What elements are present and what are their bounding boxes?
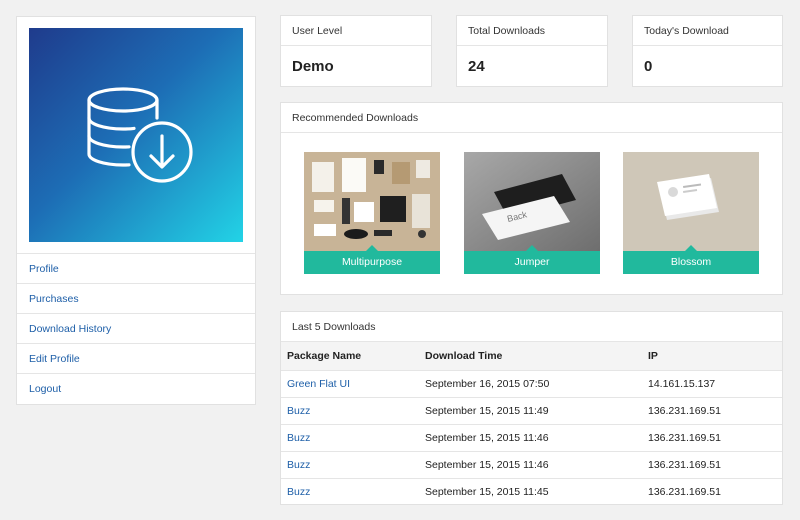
table-row: Buzz September 15, 2015 11:49 136.231.16… [281,397,782,425]
menu-item-download-history[interactable]: Download History [17,314,255,344]
recommended-item-label[interactable]: Blossom [623,245,759,274]
stat-label: User Level [281,16,431,46]
download-time: September 15, 2015 11:46 [419,424,642,452]
menu-item-profile[interactable]: Profile [17,254,255,284]
downloads-panel: Last 5 Downloads Package Name Download T… [280,311,783,505]
recommended-item-label[interactable]: Multipurpose [304,245,440,274]
column-header: IP [642,342,782,371]
ip-address: 136.231.169.51 [642,397,782,425]
ip-address: 136.231.169.51 [642,424,782,452]
stat-value: Demo [292,58,334,75]
package-link[interactable]: Buzz [281,397,419,425]
table-header-row: Package Name Download Time IP [281,342,782,371]
stat-value: 0 [644,58,653,75]
column-header: Download Time [419,342,642,371]
download-time: September 15, 2015 11:45 [425,485,549,498]
stat-card-todays-download: Today's Download 0 [632,15,783,87]
avatar-container [17,17,255,254]
column-header: Package Name [281,342,419,371]
ip-address: 136.231.169.51 [642,451,782,479]
panel-title: Recommended Downloads [281,103,782,133]
recommended-item[interactable]: Back Jumper [464,152,600,274]
menu-item-edit-profile[interactable]: Edit Profile [17,344,255,374]
table-row: Buzz September 15, 2015 11:46 136.231.16… [281,451,782,479]
jumper-thumbnail[interactable]: Back [464,152,600,251]
menu-item-purchases[interactable]: Purchases [17,284,255,314]
table-row: Buzz September 15, 2015 11:46 136.231.16… [281,424,782,452]
stat-label: Total Downloads [457,16,607,46]
download-time: September 15, 2015 11:46 [419,451,642,479]
stat-card-user-level: User Level Demo [280,15,432,87]
table-row: Buzz September 15, 2015 11:45 136.231.16… [281,478,782,505]
menu-item-logout[interactable]: Logout [17,374,255,404]
multipurpose-thumbnail[interactable] [304,152,440,251]
panel-title: Last 5 Downloads [281,312,782,342]
stat-value: 24 [468,58,485,75]
recommended-item[interactable]: Multipurpose [304,152,440,274]
package-link[interactable]: Buzz [281,424,419,452]
package-link[interactable]: Buzz [281,451,419,479]
recommended-item[interactable]: Blossom [623,152,759,274]
package-link[interactable]: Green Flat UI [281,370,419,398]
stat-card-total-downloads: Total Downloads 24 [456,15,608,87]
blossom-thumbnail[interactable] [623,152,759,251]
download-time: September 16, 2015 07:50 [419,370,642,398]
package-link[interactable]: Buzz [281,478,419,505]
table-row: Green Flat UI September 16, 2015 07:50 1… [281,370,782,398]
ip-address: 14.161.15.137 [642,370,782,398]
download-time: September 15, 2015 11:49 [419,397,642,425]
downloads-table: Package Name Download Time IP Green Flat… [281,342,782,505]
database-download-icon [87,87,193,183]
ip-address: 136.231.169.51 [648,485,721,498]
sidebar: Profile Purchases Download History Edit … [16,16,256,405]
stat-label: Today's Download [633,16,782,46]
recommended-item-label[interactable]: Jumper [464,245,600,274]
recommended-panel: Recommended Downloads Multipurpose Back … [280,102,783,295]
avatar [29,28,243,242]
